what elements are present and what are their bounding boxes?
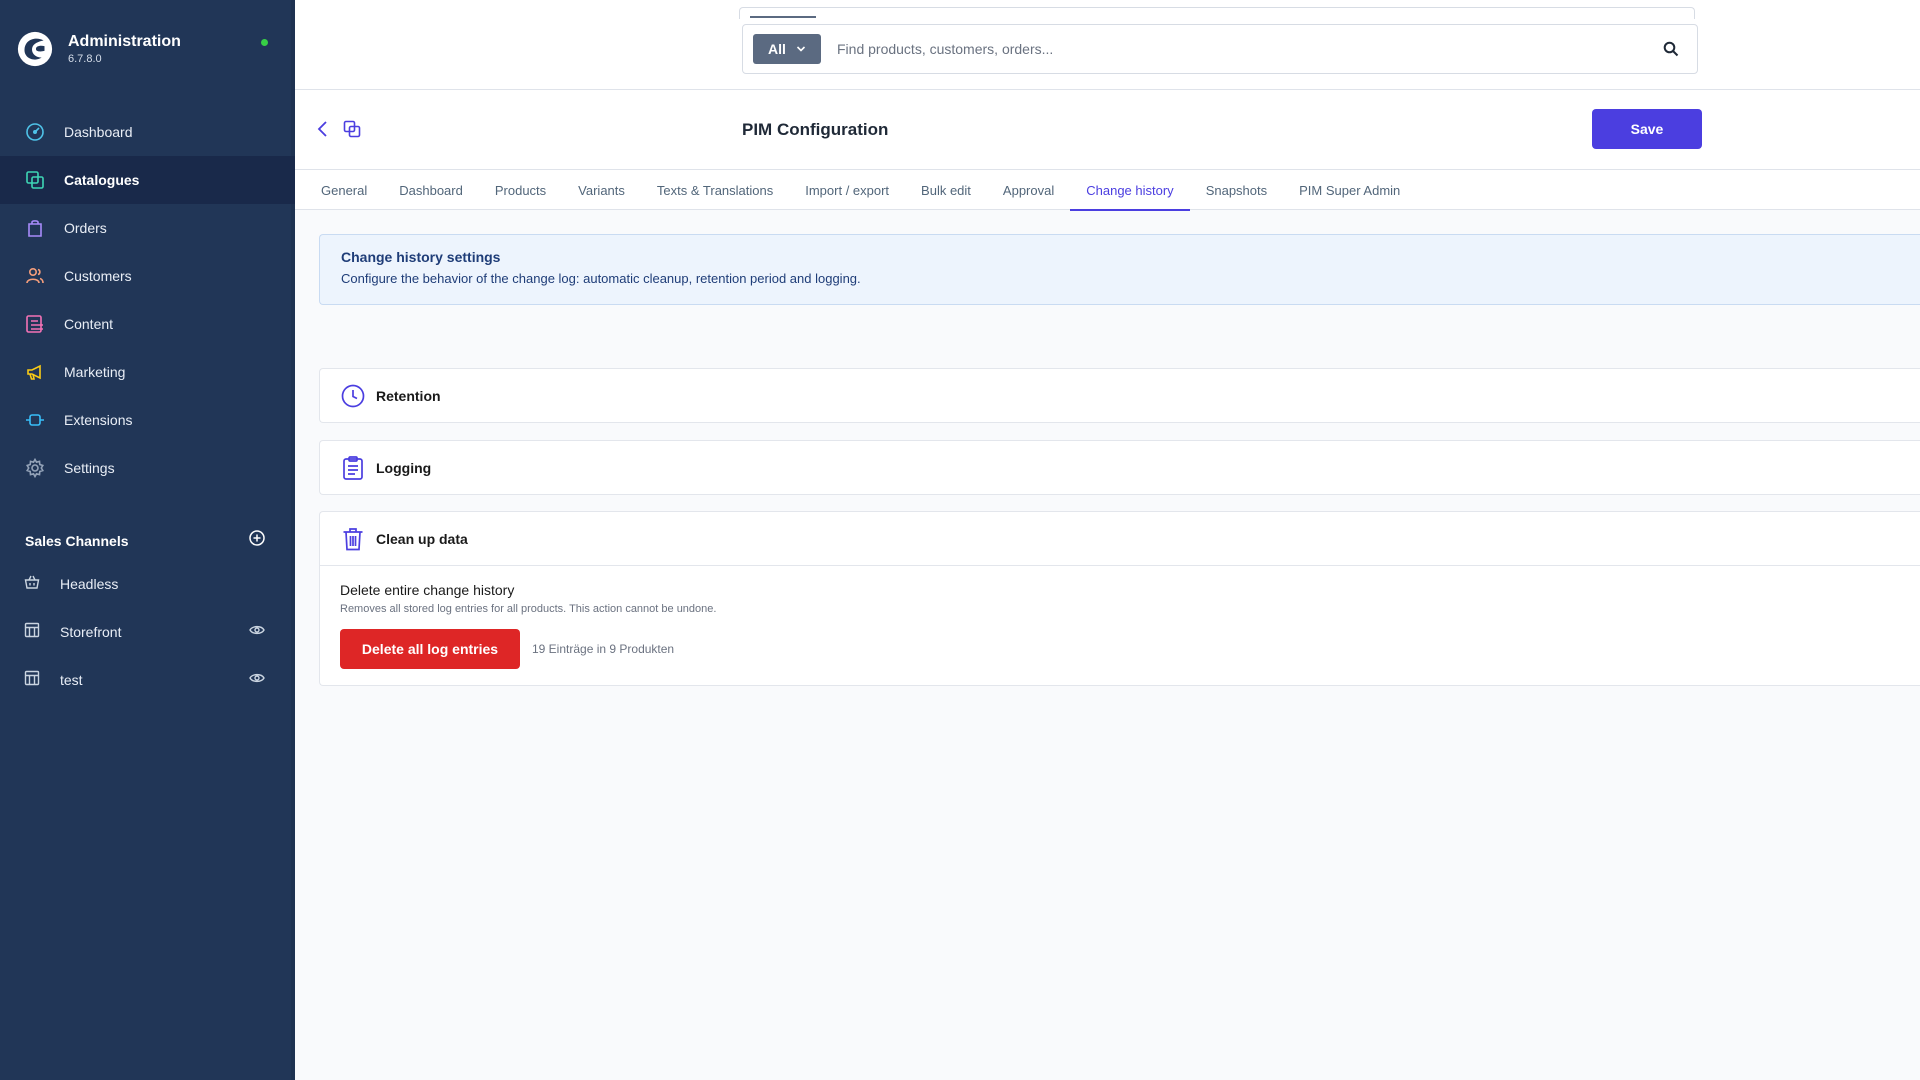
sidebar-item-extensions[interactable]: Extensions (0, 396, 295, 444)
sidebar-item-settings[interactable]: Settings (0, 444, 295, 492)
logging-title: Logging (376, 459, 432, 476)
search-type-label: All (768, 41, 786, 57)
retention-card-header[interactable]: Retention (320, 369, 1920, 422)
chevron-down-icon (796, 46, 806, 52)
sidebar-item-label: Settings (64, 460, 115, 476)
sales-channel-test[interactable]: test (0, 656, 295, 704)
info-title: Change history settings (341, 249, 501, 265)
sales-channel-label: test (60, 672, 83, 688)
sales-channel-label: Headless (60, 576, 119, 592)
duplicate-icon[interactable] (343, 120, 361, 143)
eye-icon[interactable] (249, 671, 265, 689)
sidebar-item-content[interactable]: Content (0, 300, 295, 348)
logging-card-header[interactable]: Logging (320, 441, 1920, 494)
brand[interactable]: Administration 6.7.8.0 (16, 30, 181, 68)
tab-general[interactable]: General (305, 170, 383, 210)
customers-icon (24, 265, 46, 287)
page-title: PIM Configuration (742, 120, 889, 139)
tab-import-export[interactable]: Import / export (789, 170, 905, 210)
delete-history-description: Removes all stored log entries for all p… (340, 603, 717, 615)
cleanup-card-header[interactable]: Clean up data (320, 512, 1920, 565)
search-history-panel (739, 7, 1695, 19)
sidebar-item-label: Content (64, 316, 114, 332)
sidebar-item-label: Catalogues (64, 172, 140, 188)
basket-icon (24, 574, 40, 595)
sidebar-item-label: Extensions (64, 412, 133, 428)
add-sales-channel-icon[interactable] (249, 530, 265, 551)
delete-all-log-entries-button[interactable]: Delete all log entries (340, 629, 520, 669)
extensions-icon (24, 409, 46, 431)
tab-variants[interactable]: Variants (562, 170, 641, 210)
brand-version: 6.7.8.0 (68, 53, 102, 65)
delete-history-title: Delete entire change history (340, 582, 515, 598)
sidebar-item-dashboard[interactable]: Dashboard (0, 108, 295, 156)
content-icon (24, 313, 46, 335)
dashboard-icon (24, 121, 46, 143)
main-content: Change history settings Configure the be… (295, 211, 1920, 1080)
sidebar-item-label: Dashboard (64, 124, 133, 140)
trash-icon (340, 526, 366, 552)
sidebar: Administration 6.7.8.0 Dashboard Catalog… (0, 0, 295, 1080)
storefront-icon (24, 670, 40, 691)
settings-icon (24, 457, 46, 479)
sidebar-item-label: Marketing (64, 364, 126, 380)
brand-title: Administration (68, 33, 181, 50)
marketing-icon (24, 361, 46, 383)
sidebar-item-label: Orders (64, 220, 107, 236)
eye-icon[interactable] (249, 623, 265, 641)
sidebar-item-catalogues[interactable]: Catalogues (0, 156, 295, 204)
log-entry-count: 19 Einträge in 9 Produkten (532, 642, 675, 656)
cleanup-card: Clean up data Delete entire change histo… (319, 511, 1920, 686)
sales-channels-header: Sales Channels (25, 530, 265, 551)
main-nav: Dashboard Catalogues Orders Customers Co… (0, 108, 295, 492)
save-button[interactable]: Save (1592, 109, 1702, 149)
tab-bulk-edit[interactable]: Bulk edit (905, 170, 987, 210)
sales-channel-storefront[interactable]: Storefront (0, 608, 295, 656)
tab-approval[interactable]: Approval (987, 170, 1070, 210)
storefront-icon (24, 622, 40, 643)
sales-channels-title: Sales Channels (25, 532, 129, 549)
info-text: Configure the behavior of the change log… (341, 271, 861, 286)
retention-title: Retention (376, 387, 441, 404)
retention-card: Retention (319, 368, 1920, 423)
tab-products[interactable]: Products (479, 170, 562, 210)
tab-texts-translations[interactable]: Texts & Translations (641, 170, 789, 210)
tab-snapshots[interactable]: Snapshots (1190, 170, 1283, 210)
search-input[interactable] (837, 41, 1651, 57)
global-search: All (742, 24, 1698, 74)
sidebar-panel: Administration 6.7.8.0 Dashboard Catalog… (0, 0, 295, 1080)
info-alert: Change history settings Configure the be… (319, 234, 1920, 305)
search-icon[interactable] (1651, 41, 1691, 57)
cleanup-title: Clean up data (376, 530, 468, 547)
config-tabs: General Dashboard Products Variants Text… (295, 170, 1920, 211)
tab-change-history[interactable]: Change history (1070, 170, 1191, 211)
sidebar-item-label: Customers (64, 268, 132, 284)
logging-card: Logging (319, 440, 1920, 495)
chevron-left-icon[interactable] (316, 120, 330, 143)
sales-channel-list: Headless Storefront test (0, 560, 295, 704)
tab-dashboard[interactable]: Dashboard (383, 170, 479, 210)
search-type-select[interactable]: All (753, 34, 821, 64)
search-history-indicator (750, 16, 816, 18)
sidebar-item-orders[interactable]: Orders (0, 204, 295, 252)
clock-icon (340, 383, 366, 409)
page-header: PIM Configuration Save (295, 90, 1920, 170)
sales-channel-label: Storefront (60, 624, 122, 640)
cleanup-card-body: Delete entire change history Removes all… (320, 565, 1920, 685)
catalogues-icon (24, 169, 46, 191)
sales-channel-headless[interactable]: Headless (0, 560, 295, 608)
tab-pim-super-admin[interactable]: PIM Super Admin (1283, 170, 1416, 210)
shopware-logo-icon (17, 31, 53, 67)
status-online-dot (261, 39, 268, 46)
orders-icon (24, 217, 46, 239)
clipboard-icon (340, 455, 366, 481)
sidebar-item-customers[interactable]: Customers (0, 252, 295, 300)
sidebar-item-marketing[interactable]: Marketing (0, 348, 295, 396)
top-bar: All (295, 0, 1920, 90)
